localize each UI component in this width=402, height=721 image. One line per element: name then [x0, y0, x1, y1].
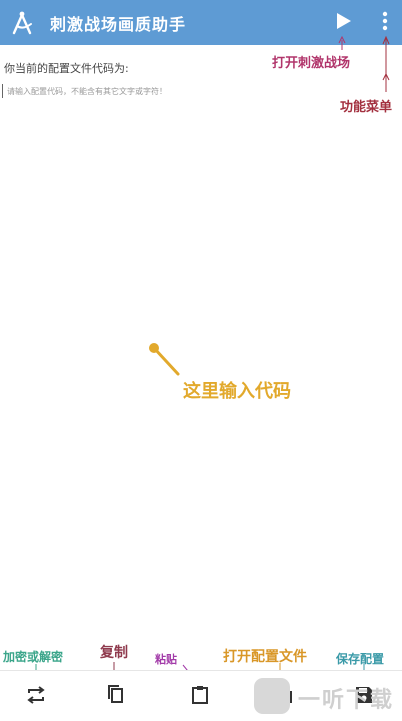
- annotation-save: 保存配置: [336, 652, 385, 666]
- app-bar: 刺激战场画质助手: [0, 0, 402, 45]
- config-code-input[interactable]: [2, 84, 398, 98]
- annotation-paste: 粘贴: [155, 653, 177, 666]
- copy-icon[interactable]: [102, 681, 130, 709]
- annotation-input: 这里输入代码: [183, 381, 291, 402]
- watermark: 一听下载: [254, 676, 402, 716]
- pointer-dot: [149, 343, 159, 353]
- watermark-logo-icon: [254, 678, 290, 714]
- compass-icon: [12, 11, 32, 35]
- annotation-encrypt: 加密或解密: [3, 650, 64, 664]
- more-vert-icon[interactable]: [378, 10, 392, 32]
- repeat-icon[interactable]: [22, 681, 50, 709]
- annotation-open-file: 打开配置文件: [223, 649, 307, 665]
- watermark-text: 一听下载: [298, 688, 395, 713]
- annotation-play: 打开刺激战场: [272, 56, 351, 71]
- play-icon[interactable]: [332, 10, 354, 32]
- annotation-menu: 功能菜单: [340, 100, 393, 115]
- annotation-copy: 复制: [100, 645, 128, 661]
- config-code-label: 你当前的配置文件代码为:: [4, 62, 129, 75]
- app-title: 刺激战场画质助手: [50, 15, 187, 34]
- clipboard-icon[interactable]: [186, 681, 214, 709]
